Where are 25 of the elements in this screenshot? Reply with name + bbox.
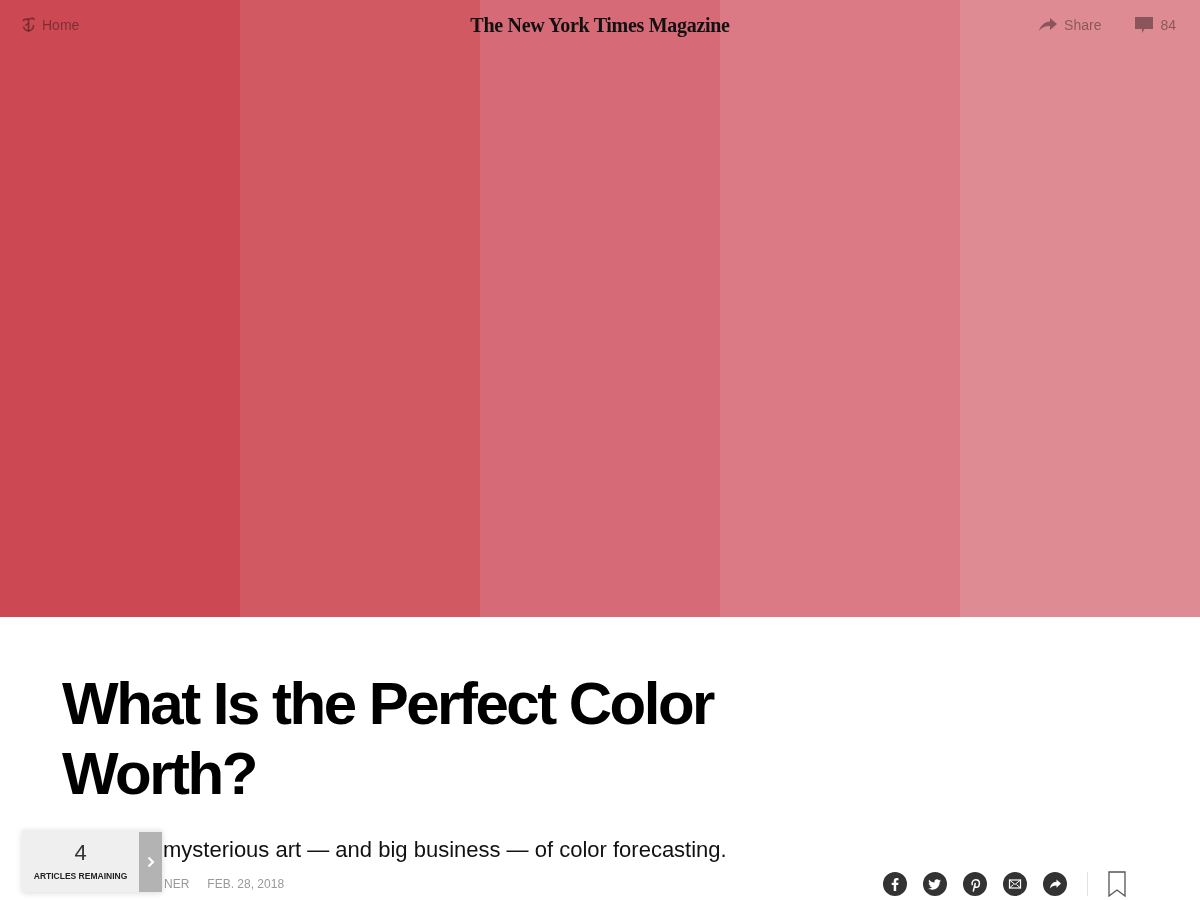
facebook-icon: [883, 872, 907, 896]
twitter-button[interactable]: [923, 872, 947, 896]
byline: NER: [164, 877, 190, 891]
home-link[interactable]: Home: [22, 17, 80, 33]
chevron-icon: [146, 856, 155, 868]
facebook-button[interactable]: [883, 872, 907, 896]
pinterest-icon: [963, 872, 987, 896]
share-link[interactable]: Share: [1039, 17, 1102, 33]
bookmark-button[interactable]: [1108, 871, 1126, 897]
email-button[interactable]: [1003, 872, 1027, 896]
articles-remaining-label: ARTICLES REMAINING: [33, 871, 128, 881]
more-share-button[interactable]: [1043, 872, 1067, 896]
bookmark-icon: [1108, 871, 1126, 897]
comment-icon: [1135, 17, 1154, 33]
publish-date: FEB. 28, 2018: [207, 877, 285, 891]
twitter-icon: [923, 872, 947, 896]
articles-count: 4: [74, 841, 87, 865]
share-arrow-icon: [1039, 18, 1058, 32]
pinterest-button[interactable]: [963, 872, 987, 896]
comments-link[interactable]: 84: [1135, 17, 1176, 33]
article-headline: What Is the Perfect Color Worth?: [62, 669, 715, 809]
site-logo[interactable]: The New York Times Magazine: [470, 13, 730, 37]
logo-icon: [22, 17, 35, 33]
envelope-icon: [1003, 872, 1027, 896]
article-summary: mysterious art — and big business — of color forecasting.: [163, 837, 727, 863]
